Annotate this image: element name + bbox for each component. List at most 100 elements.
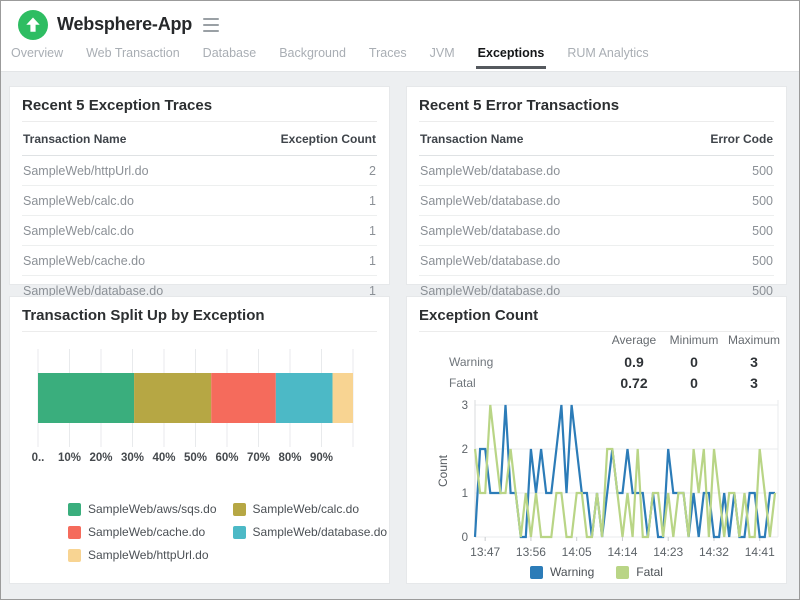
- panel-exception-count: Exception Count AverageMinimumMaximum Wa…: [406, 296, 787, 584]
- table-row: SampleWeb/httpUrl.do2: [22, 156, 377, 186]
- svg-text:14:32: 14:32: [699, 545, 729, 559]
- panel-transaction-split: Transaction Split Up by Exception 0..10%…: [9, 296, 390, 584]
- table-row: SampleWeb/database.do500: [419, 156, 774, 186]
- series-label: Warning: [421, 351, 604, 372]
- table-header-row: Transaction NameException Count: [22, 122, 377, 156]
- legend-label: SampleWeb/aws/sqs.do: [88, 502, 217, 516]
- blank-header: [421, 329, 604, 351]
- legend-label: Warning: [550, 565, 594, 579]
- legend-swatch-icon: [68, 549, 81, 562]
- svg-text:70%: 70%: [247, 452, 270, 464]
- legend-label: SampleWeb/httpUrl.do: [88, 548, 209, 562]
- panel-title: Transaction Split Up by Exception: [10, 297, 389, 331]
- column-header: Exception Count: [200, 122, 378, 156]
- hamburger-icon[interactable]: [203, 18, 219, 32]
- transaction-name-cell: SampleWeb/calc.do: [22, 216, 200, 246]
- value-cell: 1: [200, 216, 378, 246]
- value-cell: 500: [597, 216, 775, 246]
- panel-recent-exception-traces: Recent 5 Exception Traces Transaction Na…: [9, 86, 390, 285]
- transaction-name-cell: SampleWeb/calc.do: [22, 186, 200, 216]
- svg-text:30%: 30%: [121, 452, 144, 464]
- tab-background[interactable]: Background: [277, 45, 348, 69]
- table-header-row: Transaction NameError Code: [419, 122, 774, 156]
- svg-text:14:41: 14:41: [745, 545, 775, 559]
- panel-title: Recent 5 Exception Traces: [10, 87, 389, 121]
- exception-count-summary: AverageMinimumMaximum Warning0.903Fatal0…: [421, 329, 781, 393]
- tab-exceptions[interactable]: Exceptions: [476, 45, 547, 69]
- transaction-name-cell: SampleWeb/database.do: [419, 246, 597, 276]
- svg-text:Count: Count: [436, 454, 450, 487]
- svg-text:90%: 90%: [310, 452, 333, 464]
- tab-web-transaction[interactable]: Web Transaction: [84, 45, 182, 69]
- transaction-name-cell: SampleWeb/httpUrl.do: [22, 156, 200, 186]
- panel-title: Exception Count: [407, 297, 786, 331]
- legend-swatch-icon: [68, 526, 81, 539]
- summary-value: 0: [664, 351, 724, 372]
- svg-text:13:47: 13:47: [470, 545, 500, 559]
- transaction-split-legend: SampleWeb/aws/sqs.do SampleWeb/calc.do Sam…: [68, 502, 387, 562]
- column-header: Error Code: [597, 122, 775, 156]
- summary-column-header: Minimum: [664, 329, 724, 351]
- tab-traces[interactable]: Traces: [367, 45, 409, 69]
- table-row: SampleWeb/calc.do1: [22, 216, 377, 246]
- app-window: Websphere-App OverviewWeb TransactionDat…: [0, 0, 800, 600]
- table-row: SampleWeb/database.do500: [419, 186, 774, 216]
- exception-count-legend: Warning Fatal: [407, 565, 786, 579]
- svg-text:14:05: 14:05: [562, 545, 592, 559]
- column-header: Transaction Name: [419, 122, 597, 156]
- transaction-name-cell: SampleWeb/cache.do: [22, 246, 200, 276]
- column-header: Transaction Name: [22, 122, 200, 156]
- summary-column-header: Average: [604, 329, 664, 351]
- svg-text:1: 1: [462, 488, 468, 500]
- svg-text:50%: 50%: [184, 452, 207, 464]
- exception-count-line-chart: 012313:4713:5614:0514:1414:2314:3214:41C…: [435, 387, 780, 577]
- legend-item-fatal[interactable]: Fatal: [616, 565, 663, 579]
- value-cell: 2: [200, 156, 378, 186]
- legend-item-sampleweb-database-do[interactable]: SampleWeb/database.do: [233, 525, 388, 539]
- legend-label: Fatal: [636, 565, 663, 579]
- legend-item-sampleweb-httpurl-do[interactable]: SampleWeb/httpUrl.do: [68, 548, 217, 562]
- exception-traces-table: Transaction NameException Count SampleWe…: [22, 122, 377, 306]
- legend-swatch-icon: [233, 503, 246, 516]
- value-cell: 500: [597, 246, 775, 276]
- tab-rum-analytics[interactable]: RUM Analytics: [565, 45, 650, 69]
- divider: [22, 331, 377, 332]
- app-header: Websphere-App OverviewWeb TransactionDat…: [1, 1, 799, 72]
- value-cell: 500: [597, 156, 775, 186]
- value-cell: 500: [597, 186, 775, 216]
- summary-value: 3: [724, 351, 781, 372]
- panel-title: Recent 5 Error Transactions: [407, 87, 786, 121]
- legend-item-sampleweb-aws-sqs-do[interactable]: SampleWeb/aws/sqs.do: [68, 502, 217, 516]
- svg-text:40%: 40%: [152, 452, 175, 464]
- legend-item-warning[interactable]: Warning: [530, 565, 594, 579]
- legend-swatch-icon: [616, 566, 629, 579]
- legend-label: SampleWeb/database.do: [253, 525, 388, 539]
- transaction-name-cell: SampleWeb/database.do: [419, 216, 597, 246]
- svg-text:2: 2: [462, 444, 468, 456]
- table-row: SampleWeb/calc.do1: [22, 186, 377, 216]
- tab-overview[interactable]: Overview: [9, 45, 65, 69]
- legend-swatch-icon: [530, 566, 543, 579]
- svg-text:60%: 60%: [215, 452, 238, 464]
- svg-text:14:23: 14:23: [653, 545, 683, 559]
- svg-text:20%: 20%: [89, 452, 112, 464]
- arrow-up-circle-icon: [18, 10, 48, 40]
- legend-label: SampleWeb/cache.do: [88, 525, 205, 539]
- tab-jvm[interactable]: JVM: [428, 45, 457, 69]
- legend-item-sampleweb-cache-do[interactable]: SampleWeb/cache.do: [68, 525, 217, 539]
- summary-row: Warning0.903: [421, 351, 781, 372]
- summary-value: 0.9: [604, 351, 664, 372]
- tab-bar: Overview Web Transaction Database Backgroun…: [9, 45, 799, 69]
- legend-swatch-icon: [233, 526, 246, 539]
- table-row: SampleWeb/database.do500: [419, 246, 774, 276]
- summary-column-header: Maximum: [724, 329, 781, 351]
- table-row: SampleWeb/database.do500: [419, 216, 774, 246]
- legend-item-sampleweb-calc-do[interactable]: SampleWeb/calc.do: [233, 502, 388, 516]
- tab-database[interactable]: Database: [201, 45, 259, 69]
- svg-text:14:14: 14:14: [607, 545, 637, 559]
- value-cell: 1: [200, 186, 378, 216]
- error-transactions-table: Transaction NameError Code SampleWeb/dat…: [419, 122, 774, 306]
- exception-count-summary-table: AverageMinimumMaximum Warning0.903Fatal0…: [421, 329, 781, 393]
- transaction-split-stacked-bar-chart: 0..10%20%30%40%50%60%70%80%90%: [10, 339, 390, 474]
- svg-text:0: 0: [462, 532, 468, 544]
